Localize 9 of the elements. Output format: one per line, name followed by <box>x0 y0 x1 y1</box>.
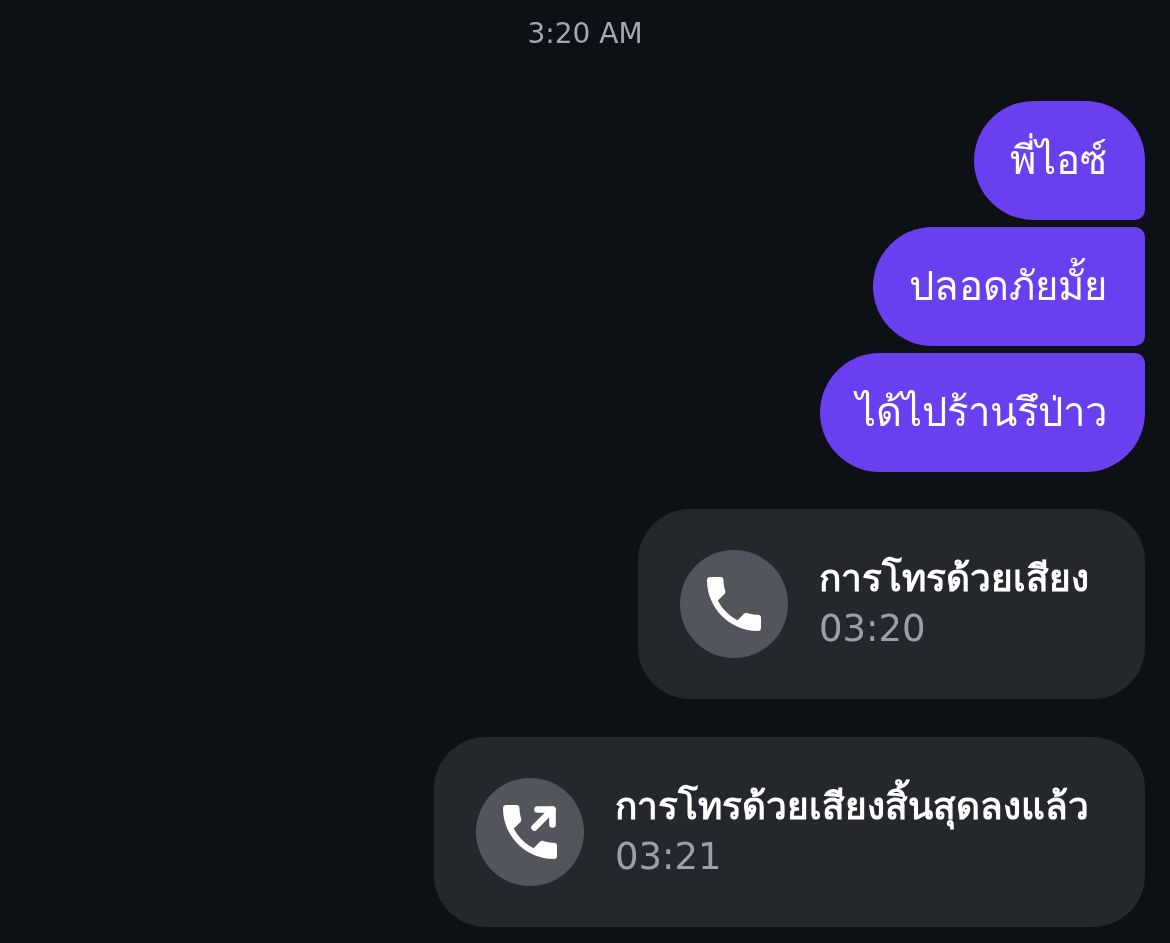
call-card[interactable]: การโทรด้วยเสียง 03:20 <box>638 509 1145 699</box>
timestamp: 3:20 AM <box>527 16 643 52</box>
message-bubble: ปลอดภัยมั้ย <box>873 227 1145 346</box>
call-time: 03:21 <box>615 834 723 880</box>
call-time: 03:20 <box>819 606 927 652</box>
call-card[interactable]: การโทรด้วยเสียงสิ้นสุดลงแล้ว 03:21 <box>434 737 1145 927</box>
message-bubble: พี่ไอซ์ <box>974 101 1145 220</box>
message-bubble: ได้ไปร้านรึป่าว <box>820 353 1145 472</box>
call-title: การโทรด้วยเสียง <box>819 555 1089 602</box>
